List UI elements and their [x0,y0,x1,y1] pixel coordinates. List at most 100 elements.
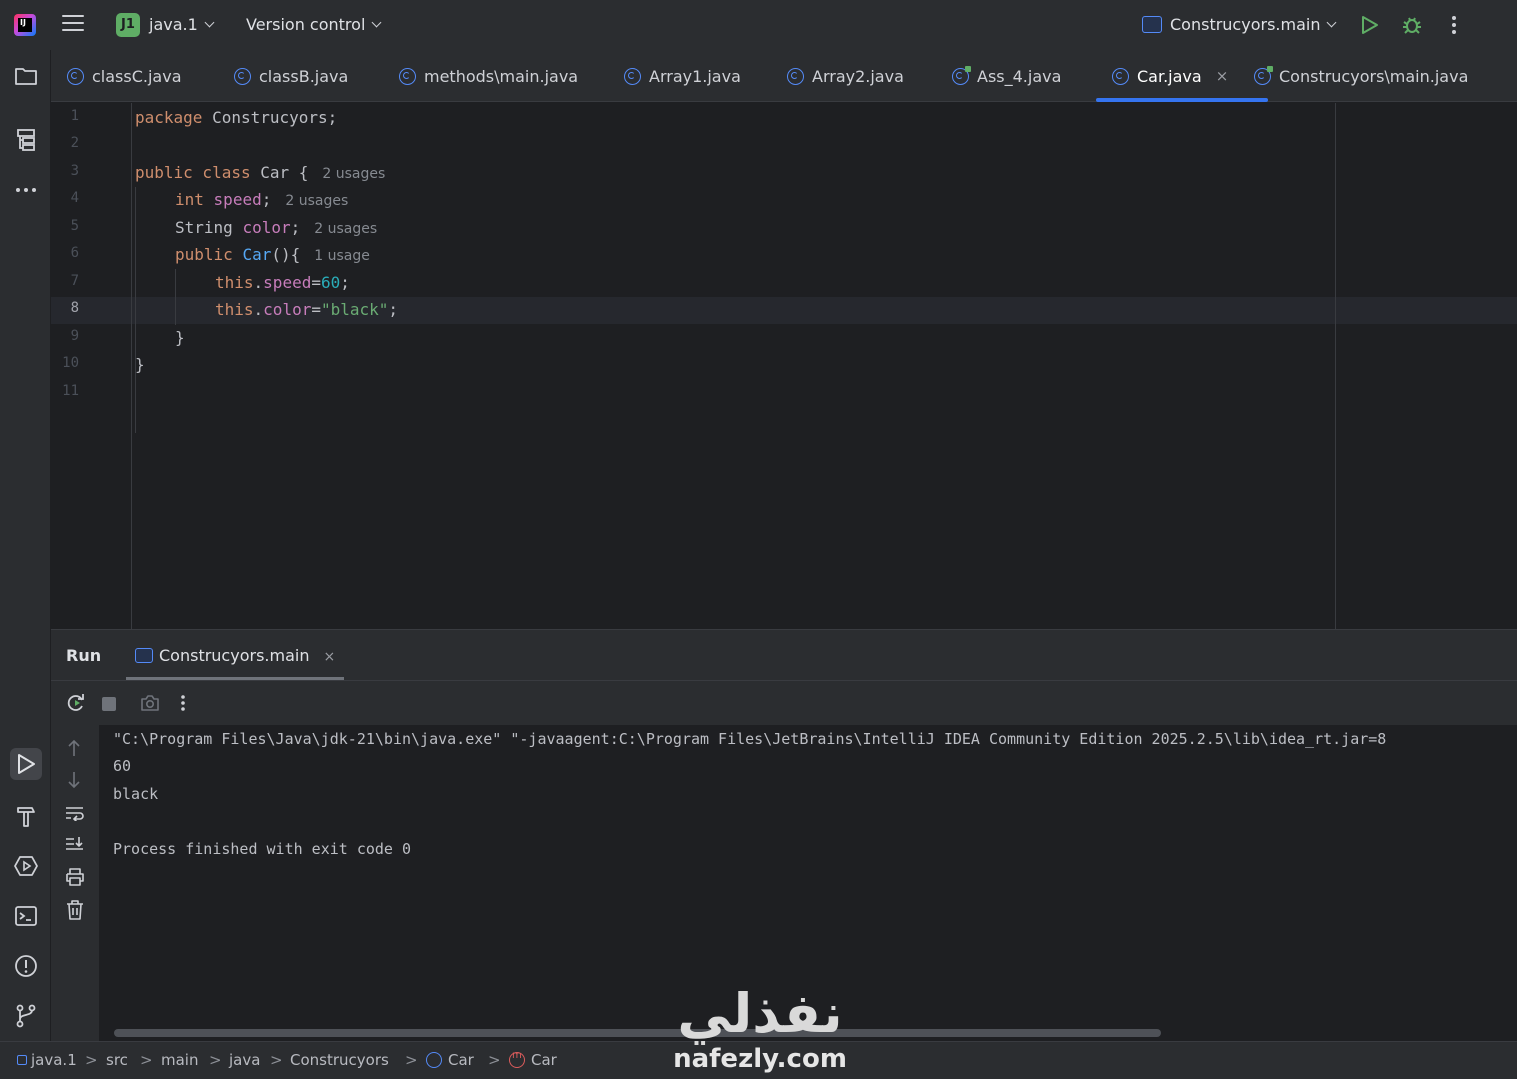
tab-label: methods\main.java [424,66,579,86]
tab-car[interactable]: Car.java × [1096,50,1269,102]
tab-label: classC.java [92,66,182,86]
code-token: public [175,245,233,264]
run-tab-label: Construcyors.main [159,646,310,665]
breadcrumb-label: Car [531,1051,557,1069]
app-logo-icon[interactable]: IJ [14,14,36,36]
build-hammer-icon[interactable] [10,800,42,832]
breadcrumb-separator: > [85,1051,98,1069]
editor-tabs: classC.java classB.java methods\main.jav… [51,50,1517,102]
structure-icon[interactable] [10,124,42,156]
breadcrumb-separator: > [209,1051,222,1069]
tab-array1[interactable]: Array1.java [624,50,741,102]
close-icon[interactable]: × [1216,67,1229,85]
problems-icon[interactable] [10,950,42,982]
code-token: this [215,300,254,319]
code-token: int [175,190,204,209]
run-tool-icon[interactable] [10,748,42,780]
line-number-current: 8 [70,300,79,316]
gutter-separator [131,103,132,629]
more-horizontal-icon[interactable] [10,174,42,206]
code-token: public class [135,163,251,182]
run-config-selector[interactable]: Construcyors.main [1142,15,1337,34]
usages-hint[interactable]: 1 usage [314,248,370,264]
code-token: (){ [271,245,301,264]
scroll-up-icon[interactable] [67,739,81,757]
tab-methods-main[interactable]: methods\main.java [399,50,578,102]
breadcrumb-label: Car [448,1051,474,1069]
breadcrumb-package[interactable]: Construcyors [290,1051,389,1069]
chevron-down-icon [371,17,382,28]
tab-label: Car.java [1137,66,1202,86]
run-tab-construcyors[interactable]: Construcyors.main × [135,646,335,665]
tab-array2[interactable]: Array2.java [787,50,904,102]
trash-icon[interactable] [66,900,84,920]
breadcrumb-label: java.1 [31,1051,77,1069]
usages-hint[interactable]: 2 usages [285,193,348,209]
code-line-6: public Car(){ 1 usage [175,245,370,264]
tab-ass4[interactable]: Ass_4.java [952,50,1061,102]
watermark-arabic: نفذلي [677,982,844,1045]
breadcrumb-class[interactable]: Car [426,1051,474,1069]
code-token: = [311,300,321,319]
code-line-1: package Construcyors; [135,108,337,127]
services-icon[interactable] [10,850,42,882]
code-editor[interactable]: 1 2 3 4 5 6 7 8 9 10 11 package Construc… [51,103,1517,629]
tab-label: classB.java [259,66,349,86]
code-token: } [175,328,185,347]
breadcrumb-separator: > [270,1051,283,1069]
code-token: package [135,108,203,127]
terminal-icon[interactable] [10,900,42,932]
tab-classC[interactable]: classC.java [67,50,182,102]
class-icon [234,67,251,85]
run-icon[interactable] [1361,15,1379,35]
breadcrumb-project[interactable]: java.1 [17,1051,77,1069]
usages-hint[interactable]: 2 usages [322,166,385,182]
hamburger-menu-icon[interactable] [62,15,84,35]
indent-guide [135,187,136,433]
indent-guide [175,269,176,325]
rerun-icon[interactable] [66,693,86,713]
version-control-menu[interactable]: Version control [246,15,382,34]
breadcrumb-main[interactable]: main [161,1051,198,1069]
more-vertical-icon[interactable] [180,694,186,712]
tab-classB[interactable]: classB.java [234,50,348,102]
project-selector[interactable]: java.1 [149,15,215,34]
more-vertical-icon[interactable] [1452,16,1456,37]
breadcrumb-java[interactable]: java [229,1051,260,1069]
code-line-7: this.speed=60; [215,273,350,292]
soft-wrap-icon[interactable] [65,805,85,821]
horizontal-scrollbar[interactable] [114,1029,1161,1037]
breadcrumb-method[interactable]: Car [509,1050,557,1069]
project-folder-icon[interactable] [10,60,42,92]
print-icon[interactable] [65,868,85,886]
run-panel-title: Run [66,646,102,665]
scroll-to-end-icon[interactable] [65,836,85,854]
code-token: ; [340,273,350,292]
code-token: = [311,273,321,292]
project-name: java.1 [149,15,198,34]
git-icon[interactable] [10,1000,42,1032]
scroll-down-icon[interactable] [67,771,81,789]
stop-icon[interactable] [102,697,116,711]
line-number: 4 [70,190,79,206]
left-tool-strip [0,50,51,1041]
tab-construcyors-main[interactable]: Construcyors\main.java [1254,50,1468,102]
usages-hint[interactable]: 2 usages [314,221,377,237]
watermark-latin: nafezly.com [673,1044,847,1074]
code-line-3: public class Car {2 usages [135,163,385,182]
code-token: speed [263,273,312,292]
camera-icon[interactable] [140,694,160,712]
active-tab-indicator [1096,98,1269,102]
code-token: Car [242,245,272,264]
debug-icon[interactable] [1401,14,1423,36]
project-badge[interactable]: J1 [116,13,140,37]
top-toolbar: IJ J1 java.1 Version control Construcyor… [0,0,1517,50]
close-icon[interactable]: × [323,649,335,665]
runnable-class-icon [952,65,971,85]
class-icon [787,67,804,85]
breadcrumb-src[interactable]: src [106,1051,128,1069]
code-token: 60 [320,273,341,292]
code-token: . [253,300,264,319]
code-token: speed [213,190,262,209]
tab-label: Array1.java [649,66,741,86]
